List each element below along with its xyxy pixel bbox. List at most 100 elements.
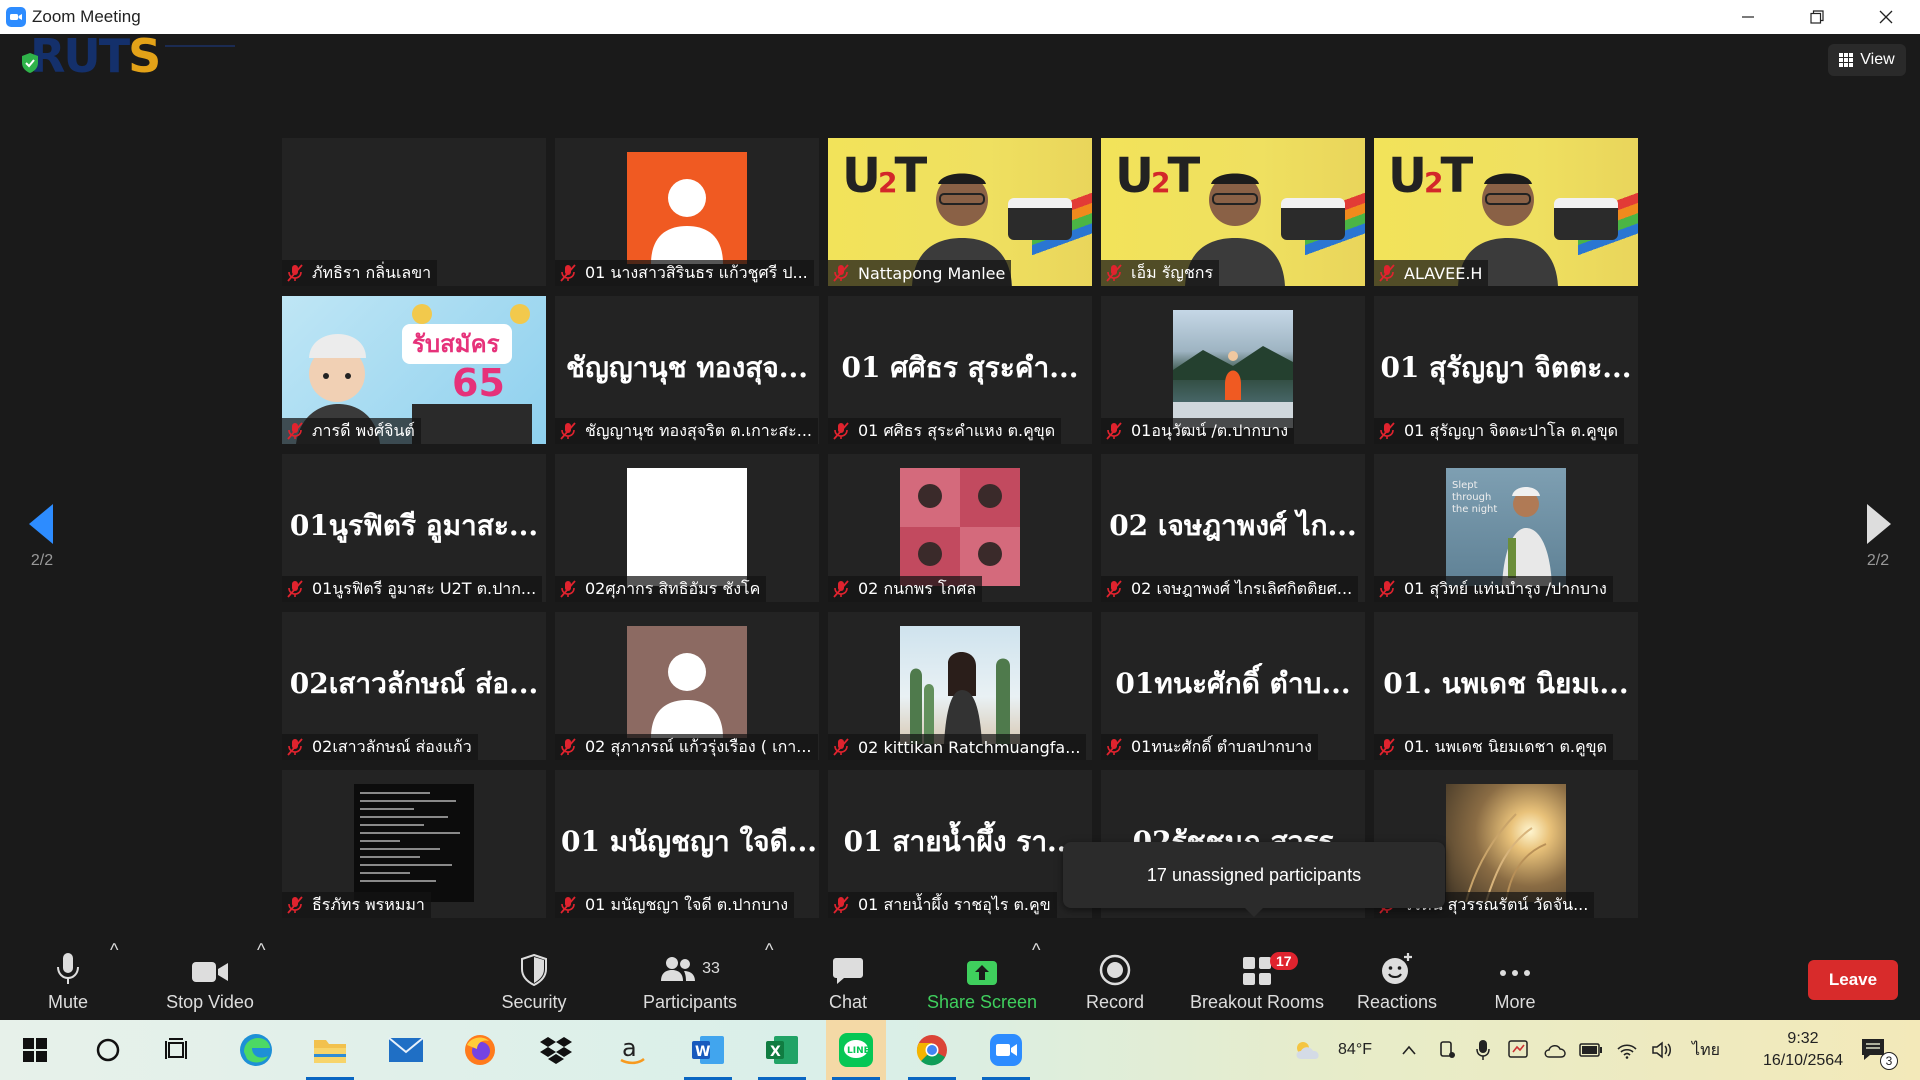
svg-text:Slept: Slept (1452, 480, 1478, 491)
video-camera-icon (192, 962, 228, 982)
taskbar-line[interactable]: LINE (826, 1020, 886, 1080)
participants-options-caret[interactable]: ^ (765, 940, 773, 961)
participant-tile[interactable]: 01 สายน้ำผึ้ง รา... 01 สายน้ำผึ้ง ราชอุไร… (828, 770, 1092, 918)
participant-display-name-large: 01 มนัญชญา ใจดี... (561, 825, 818, 858)
participant-tile[interactable]: 01 นางสาวสิรินธร แก้วชูศรี ป... (555, 138, 819, 286)
input-language[interactable]: ไทย (1686, 1020, 1726, 1080)
share-options-caret[interactable]: ^ (1032, 940, 1040, 961)
folder-icon (314, 1040, 346, 1063)
profile-photo-collage (900, 468, 1020, 586)
tray-app-icon[interactable] (1504, 1020, 1534, 1080)
participant-tile[interactable]: 01. นพเดช นิยมเ... 01. นพเดช นิยมเดชา ต.ค… (1374, 612, 1638, 760)
participant-tile[interactable]: 02 เจษฎาพงศ์ ไก... 02 เจษฎาพงศ์ ไกรเลิศกิ… (1101, 454, 1365, 602)
tray-overflow-chevron-icon[interactable] (1396, 1020, 1422, 1080)
participant-name: 02 สุภาภรณ์ แก้วรุ่งเรือง ( เกา... (585, 736, 812, 756)
leave-button[interactable]: Leave (1808, 960, 1898, 1000)
view-button[interactable]: View (1828, 44, 1906, 76)
participant-tile[interactable]: 02 กนกพร โกศล (828, 454, 1092, 602)
taskbar-mail[interactable] (376, 1020, 436, 1080)
record-button[interactable]: Record (1080, 940, 1150, 1020)
minimize-button[interactable] (1713, 0, 1782, 34)
audio-options-caret[interactable]: ^ (110, 940, 118, 961)
notification-count: 3 (1880, 1052, 1898, 1070)
participant-tile[interactable]: 02เสาวลักษณ์ ส่อ... 02เสาวลักษณ์ ส่องแก้ว (282, 612, 546, 760)
video-options-caret[interactable]: ^ (257, 940, 265, 961)
taskbar-edge[interactable] (226, 1020, 286, 1080)
tray-device-icon[interactable] (1434, 1020, 1460, 1080)
participant-name: 02ศุภากร สิทธิอัมร ชังโค (585, 578, 761, 598)
muted-mic-icon (560, 422, 576, 440)
breakout-rooms-button[interactable]: Breakout Rooms 17 (1182, 940, 1332, 1020)
participant-tile[interactable]: 02 สุภาภรณ์ แก้วรุ่งเรือง ( เกา... (555, 612, 819, 760)
encryption-shield-icon[interactable] (20, 52, 40, 74)
participant-tile[interactable]: Slept through the night 01 สุวิทย์ แท่นบำรุ… (1374, 454, 1638, 602)
mute-button[interactable]: Mute (38, 940, 98, 1020)
taskbar-excel[interactable]: X (752, 1020, 812, 1080)
participant-nameplate: Nattapong Manlee (828, 260, 1012, 286)
chat-button[interactable]: Chat (818, 940, 878, 1020)
participant-tile[interactable]: U2T เอ็ม รัญชกร (1101, 138, 1365, 286)
taskbar-file-explorer[interactable] (300, 1020, 360, 1080)
volume-speaker-icon[interactable] (1648, 1020, 1678, 1080)
participant-nameplate: ธีรภัทร พรหมมา (282, 892, 431, 918)
previous-page-button[interactable]: 2/2 (22, 504, 62, 584)
muted-mic-icon (1106, 580, 1122, 598)
participant-name: Nattapong Manlee (858, 263, 1006, 283)
participant-nameplate: 02 เจษฎาพงศ์ ไกรเลิศกิตติยศ... (1101, 576, 1359, 602)
muted-mic-icon (1106, 422, 1122, 440)
weather-temperature[interactable]: 84°F (1330, 1020, 1380, 1080)
share-screen-button[interactable]: Share Screen (922, 940, 1042, 1020)
participant-tile[interactable]: 02ศุภากร สิทธิอัมร ชังโค (555, 454, 819, 602)
profile-photo-terminal (354, 784, 474, 902)
participant-nameplate: 01นูรฟิตรี อูมาสะ U2T ต.ปาก... (282, 576, 543, 602)
participant-tile[interactable]: ธีรภัทร พรหมมา (282, 770, 546, 918)
participant-tile[interactable]: รับสมัคร 65 ภารดี พงศ์จินต์ (282, 296, 546, 444)
muted-mic-icon (560, 896, 576, 914)
onedrive-cloud-icon[interactable] (1540, 1020, 1570, 1080)
participant-tile[interactable]: 01 สุรัญญา จิตตะ... 01 สุรัญญา จิตตะปาโล … (1374, 296, 1638, 444)
muted-mic-icon (833, 580, 849, 598)
meeting-area: RUTS View 2/2 2/2 ภัทธิรา กลิ่นเลขา 01 นา… (0, 29, 1920, 940)
participant-tile[interactable]: U2T ALAVEE.H (1374, 138, 1638, 286)
battery-icon[interactable] (1576, 1020, 1606, 1080)
taskbar-word[interactable]: W (678, 1020, 738, 1080)
reactions-button[interactable]: Reactions (1352, 940, 1442, 1020)
ruts-logo: RUTS (30, 29, 236, 83)
participant-tile[interactable]: 02 kittikan Ratchmuangfa... (828, 612, 1092, 760)
taskbar-chrome[interactable] (902, 1020, 962, 1080)
taskbar-dropbox[interactable] (526, 1020, 586, 1080)
participant-tile[interactable]: U2T Nattapong Manlee (828, 138, 1092, 286)
more-button[interactable]: More (1480, 940, 1550, 1020)
security-button[interactable]: Security (494, 940, 574, 1020)
taskbar-firefox[interactable] (450, 1020, 510, 1080)
participant-tile[interactable]: ชัญญานุช ทองสุจ... ชัญญานุช ทองสุจริต ต.เ… (555, 296, 819, 444)
stop-video-button[interactable]: Stop Video (160, 940, 260, 1020)
participants-button[interactable]: 33 Participants (640, 940, 740, 1020)
taskbar-zoom[interactable] (976, 1020, 1036, 1080)
taskbar-clock[interactable]: 9:32 16/10/2564 (1748, 1028, 1858, 1072)
participant-tile[interactable]: 01อนุวัฒน์ /ต.ปากบาง (1101, 296, 1365, 444)
participant-tile[interactable]: 01นูรฟิตรี อูมาสะ... 01นูรฟิตรี อูมาสะ U2… (282, 454, 546, 602)
wifi-icon[interactable] (1612, 1020, 1642, 1080)
muted-mic-icon (560, 738, 576, 756)
cortana-search-button[interactable] (78, 1020, 138, 1080)
muted-mic-icon (1379, 264, 1395, 282)
next-page-button[interactable]: 2/2 (1858, 504, 1898, 584)
close-window-button[interactable] (1851, 0, 1920, 34)
restore-button[interactable] (1782, 0, 1851, 34)
mute-label: Mute (47, 992, 89, 1012)
tray-microphone-icon[interactable] (1470, 1020, 1496, 1080)
participant-tile[interactable]: 01ทนะศักดิ์ ตำบ... 01ทนะศักดิ์ ตำบลปากบาง (1101, 612, 1365, 760)
task-view-button[interactable] (148, 1020, 208, 1080)
muted-mic-icon (833, 264, 849, 282)
view-label: View (1860, 51, 1895, 68)
participant-name: 01ทนะศักดิ์ ตำบลปากบาง (1131, 736, 1312, 756)
taskbar-amazon[interactable]: a (602, 1020, 662, 1080)
start-button[interactable] (5, 1020, 65, 1080)
weather-icon[interactable] (1288, 1020, 1328, 1080)
participant-tile[interactable]: 01 ศศิธร สุระคำ... 01 ศศิธร สุระคำแหง ต.ค… (828, 296, 1092, 444)
participant-tile[interactable]: 01 มนัญชญา ใจดี... 01 มนัญชญา ใจดี ต.ปากบ… (555, 770, 819, 918)
participant-tile[interactable]: ภัทธิรา กลิ่นเลขา (282, 138, 546, 286)
windows-taskbar: a W X LINE 84°F ไทย 9:32 16/10/2564 3 (0, 1020, 1920, 1080)
notification-center-button[interactable]: 3 (1854, 1020, 1898, 1080)
